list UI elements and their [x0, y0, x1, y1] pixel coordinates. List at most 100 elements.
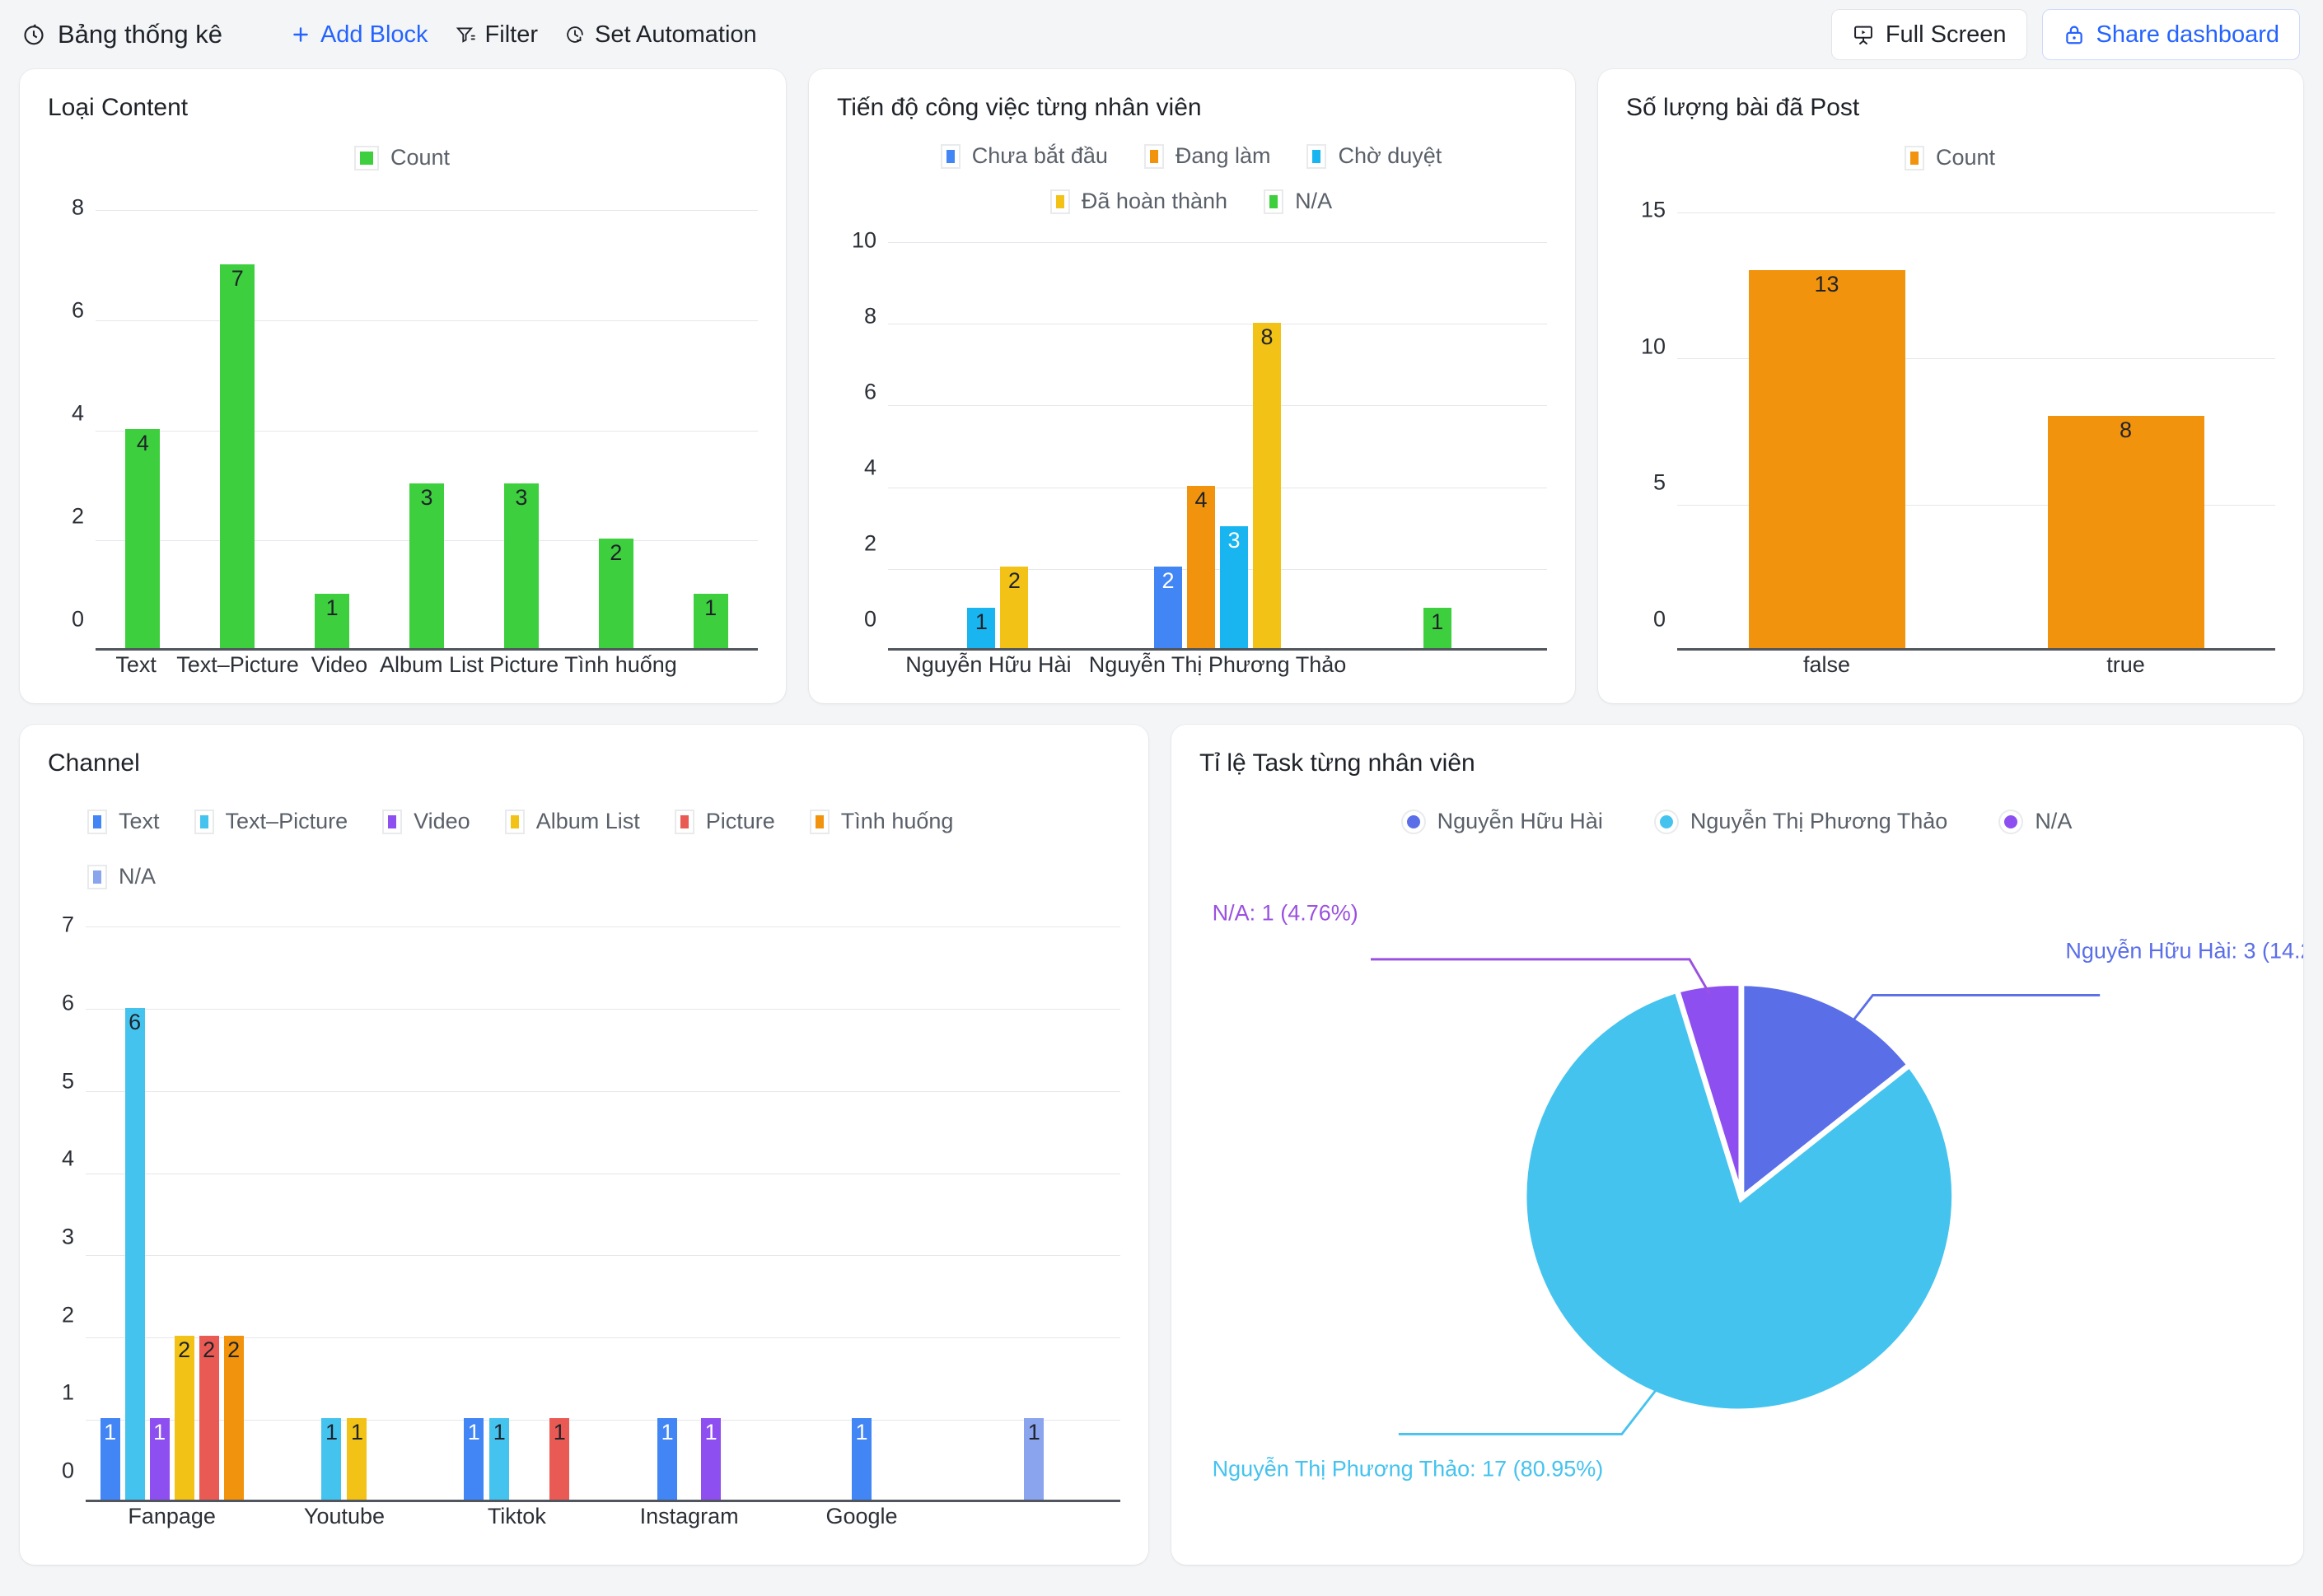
full-screen-button[interactable]: Full Screen: [1830, 9, 2027, 60]
bar[interactable]: 2: [598, 538, 633, 648]
legend-item[interactable]: Tình huống: [809, 809, 953, 834]
bar[interactable]: 2: [1000, 567, 1029, 648]
x-tick-label: Fanpage: [128, 1504, 216, 1528]
page-title-text: Bảng thống kê: [58, 20, 222, 49]
bar[interactable]: 4: [1187, 485, 1215, 648]
legend-swatch-icon: [1143, 143, 1164, 169]
legend-item[interactable]: Text: [87, 809, 160, 834]
card-channel: Channel Text Text–Picture Video Album Li…: [20, 725, 1148, 1565]
legend-swatch-icon: [1998, 809, 2024, 834]
legend-item[interactable]: Nguyễn Hữu Hài: [1400, 809, 1603, 834]
presentation-icon: [1852, 23, 1875, 46]
y-tick: 0: [61, 1458, 74, 1483]
bar-value: 2: [1162, 568, 1175, 594]
legend-label: Nguyễn Thị Phương Thảo: [1690, 809, 1948, 833]
x-axis-labels: false true: [1677, 652, 2275, 692]
pie-chart-area: Nguyễn Hữu Hài: 3 (14.29%) Nguyễn Thị Ph…: [1199, 834, 2303, 1543]
legend-item[interactable]: Picture: [674, 809, 775, 834]
y-tick: 15: [1640, 197, 1666, 222]
bar-value: 1: [325, 595, 339, 620]
legend-label: Chưa bắt đầu: [971, 143, 1108, 168]
legend-item[interactable]: Count: [1904, 145, 1996, 170]
bar-value: 1: [467, 1419, 480, 1444]
bar[interactable]: 4: [125, 428, 161, 648]
bar[interactable]: 1: [967, 607, 996, 648]
legend-item[interactable]: Chờ duyệt: [1306, 143, 1442, 169]
bar[interactable]: 2: [1154, 567, 1182, 648]
legend-swatch-icon: [87, 864, 107, 889]
bar-value: 1: [855, 1419, 868, 1444]
add-block-button[interactable]: Add Block: [277, 13, 442, 57]
bar-value: 2: [203, 1337, 216, 1363]
bar-slot: 3: [474, 177, 568, 648]
filter-button[interactable]: Filter: [442, 13, 551, 57]
bar[interactable]: 1: [1024, 1417, 1045, 1500]
y-tick: 4: [71, 400, 84, 426]
bar-slot: 2: [568, 177, 663, 648]
x-tick-label: Nguyễn Hữu Hài: [905, 652, 1072, 677]
bar[interactable]: 6: [124, 1008, 145, 1500]
bar[interactable]: 1: [149, 1417, 170, 1500]
bar[interactable]: 8: [2047, 415, 2204, 648]
bar[interactable]: 2: [223, 1336, 244, 1500]
bar-value: 6: [129, 1010, 142, 1035]
legend-item[interactable]: Video: [382, 809, 470, 834]
card-title: Tỉ lệ Task từng nhân viên: [1199, 749, 1475, 777]
x-axis-line: [86, 1500, 1120, 1502]
x-tick-label: [677, 652, 758, 692]
bar[interactable]: 1: [1423, 607, 1451, 648]
bar[interactable]: 1: [701, 1417, 722, 1500]
bar-value: 1: [104, 1419, 117, 1444]
legend-item[interactable]: N/A: [87, 864, 156, 889]
x-tick-label: [1346, 652, 1547, 692]
legend-item[interactable]: Text–Picture: [194, 809, 348, 834]
bar[interactable]: 1: [489, 1417, 510, 1500]
legend-item[interactable]: Album List: [504, 809, 640, 834]
legend-item[interactable]: Đang làm: [1143, 143, 1271, 169]
bar[interactable]: 2: [199, 1336, 219, 1500]
bar-group: 1 6 1 2 2 2: [86, 898, 258, 1500]
share-dashboard-button[interactable]: Share dashboard: [2041, 9, 2300, 60]
bar[interactable]: 1: [464, 1417, 484, 1500]
bar-value: 3: [420, 485, 433, 511]
set-automation-button[interactable]: Set Automation: [551, 13, 770, 57]
bar[interactable]: 3: [503, 483, 539, 648]
bar[interactable]: 1: [851, 1417, 872, 1500]
x-tick-label: Instagram: [639, 1504, 739, 1528]
legend-label: Count: [1935, 145, 1996, 170]
bar[interactable]: 1: [693, 593, 728, 648]
bar[interactable]: 7: [220, 264, 255, 648]
bar[interactable]: 1: [100, 1417, 120, 1500]
bar-value: 2: [178, 1337, 191, 1363]
bar[interactable]: 3: [409, 483, 444, 648]
bar[interactable]: 1: [315, 593, 350, 648]
bar[interactable]: 8: [1253, 323, 1281, 648]
bar[interactable]: 1: [321, 1417, 342, 1500]
legend-item[interactable]: N/A: [1998, 809, 2072, 834]
bar[interactable]: 1: [657, 1417, 678, 1500]
set-automation-label: Set Automation: [594, 21, 757, 48]
share-dashboard-label: Share dashboard: [2096, 21, 2280, 48]
bar[interactable]: 1: [549, 1417, 570, 1500]
bar[interactable]: 13: [1748, 270, 1905, 648]
chart-legend: Chưa bắt đầu Đang làm Chờ duyệt Đã hoàn …: [837, 128, 1547, 217]
legend-item[interactable]: Count: [353, 145, 450, 170]
pie-annotation-nguyen-thi-phuong-thao: Nguyễn Thị Phương Thảo: 17 (80.95%): [1212, 1456, 1604, 1482]
bar[interactable]: 3: [1220, 525, 1248, 648]
bar-group: 1 1: [258, 898, 430, 1500]
legend-item[interactable]: Chưa bắt đầu: [940, 143, 1108, 169]
y-tick: 5: [61, 1068, 74, 1094]
chart-plot-area: 15 10 5 0 13 8 false true: [1641, 177, 2275, 682]
bar-value: 1: [704, 595, 717, 620]
legend-label: Đang làm: [1175, 143, 1271, 168]
chart-plot-area: 10 8 6 4 2 0 1 2 2 4 3 8 1 Nguyễn Hữu Hà…: [852, 217, 1547, 682]
y-tick: 5: [1652, 469, 1666, 495]
legend-item[interactable]: Nguyễn Thị Phương Thảo: [1653, 809, 1948, 834]
bar[interactable]: 2: [174, 1336, 194, 1500]
legend-item[interactable]: N/A: [1264, 189, 1332, 214]
bar[interactable]: 1: [347, 1417, 367, 1500]
bar-value: 1: [704, 1419, 717, 1444]
bar-group: 1 1: [603, 898, 775, 1500]
y-tick: 6: [61, 990, 74, 1015]
legend-item[interactable]: Đã hoàn thành: [1049, 189, 1227, 214]
